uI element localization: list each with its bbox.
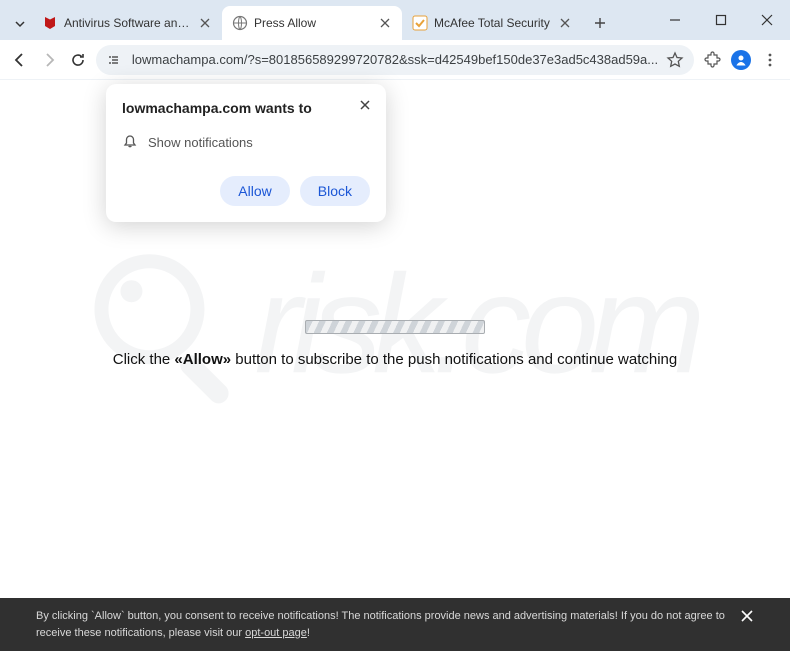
tab-label: Press Allow xyxy=(254,16,372,30)
maximize-icon xyxy=(715,14,727,26)
url-text: lowmachampa.com/?s=801856589299720782&ss… xyxy=(132,52,658,67)
forward-button[interactable] xyxy=(37,46,60,74)
close-icon[interactable] xyxy=(558,16,572,30)
permission-request-row: Show notifications xyxy=(122,134,370,150)
toolbar: lowmachampa.com/?s=801856589299720782&ss… xyxy=(0,40,790,80)
address-bar[interactable]: lowmachampa.com/?s=801856589299720782&ss… xyxy=(96,45,694,75)
minimize-button[interactable] xyxy=(652,0,698,40)
tab-mcafee-total[interactable]: McAfee Total Security xyxy=(402,6,582,40)
menu-button[interactable] xyxy=(759,46,782,74)
site-settings-icon[interactable] xyxy=(106,51,124,69)
instruction-post: button to subscribe to the push notifica… xyxy=(231,351,677,368)
opt-out-link[interactable]: opt-out page xyxy=(245,627,307,639)
reload-icon xyxy=(69,51,87,69)
consent-text-pre: By clicking `Allow` button, you consent … xyxy=(36,610,725,639)
tab-press-allow[interactable]: Press Allow xyxy=(222,6,402,40)
close-icon[interactable] xyxy=(378,16,392,30)
allow-button[interactable]: Allow xyxy=(220,176,289,206)
kebab-icon xyxy=(761,51,779,69)
bell-icon xyxy=(122,134,138,150)
window-controls xyxy=(652,0,790,40)
close-icon xyxy=(761,14,773,26)
chevron-down-icon xyxy=(14,18,26,30)
tab-search-dropdown[interactable] xyxy=(8,8,32,40)
close-icon[interactable] xyxy=(198,16,212,30)
globe-icon xyxy=(232,15,248,31)
checkmark-icon xyxy=(412,15,428,31)
close-icon xyxy=(358,98,372,112)
maximize-button[interactable] xyxy=(698,0,744,40)
titlebar: Antivirus Software and Int Press Allow M… xyxy=(0,0,790,40)
page-content: Click the «Allow» button to subscribe to… xyxy=(0,320,790,368)
block-button[interactable]: Block xyxy=(300,176,370,206)
avatar xyxy=(731,50,751,70)
permission-close-button[interactable] xyxy=(358,98,372,112)
profile-button[interactable] xyxy=(729,46,752,74)
bookmark-button[interactable] xyxy=(666,51,684,69)
back-button[interactable] xyxy=(8,46,31,74)
extensions-button[interactable] xyxy=(700,46,723,74)
consent-bar: By clicking `Allow` button, you consent … xyxy=(0,598,790,651)
consent-close-button[interactable] xyxy=(740,609,754,623)
tab-label: McAfee Total Security xyxy=(434,16,552,30)
new-tab-button[interactable] xyxy=(586,9,614,37)
minimize-icon xyxy=(669,14,681,26)
plus-icon xyxy=(593,16,607,30)
reload-button[interactable] xyxy=(67,46,90,74)
person-icon xyxy=(734,53,748,67)
mcafee-icon xyxy=(42,15,58,31)
puzzle-icon xyxy=(703,51,721,69)
arrow-left-icon xyxy=(11,51,29,69)
instruction-pre: Click the xyxy=(113,351,175,368)
page-viewport: risk.com Click the «Allow» button to sub… xyxy=(0,80,790,651)
tab-label: Antivirus Software and Int xyxy=(64,16,192,30)
close-icon xyxy=(740,609,754,623)
permission-title: lowmachampa.com wants to xyxy=(122,100,370,116)
fake-progress-bar xyxy=(305,320,485,334)
arrow-right-icon xyxy=(40,51,58,69)
close-window-button[interactable] xyxy=(744,0,790,40)
consent-text-post: ! xyxy=(307,627,310,639)
star-icon xyxy=(666,51,684,69)
permission-dialog: lowmachampa.com wants to Show notificati… xyxy=(106,84,386,222)
permission-request-text: Show notifications xyxy=(148,135,253,150)
instruction-bold: «Allow» xyxy=(174,351,231,368)
tab-antivirus[interactable]: Antivirus Software and Int xyxy=(32,6,222,40)
instruction-text: Click the «Allow» button to subscribe to… xyxy=(0,351,790,368)
